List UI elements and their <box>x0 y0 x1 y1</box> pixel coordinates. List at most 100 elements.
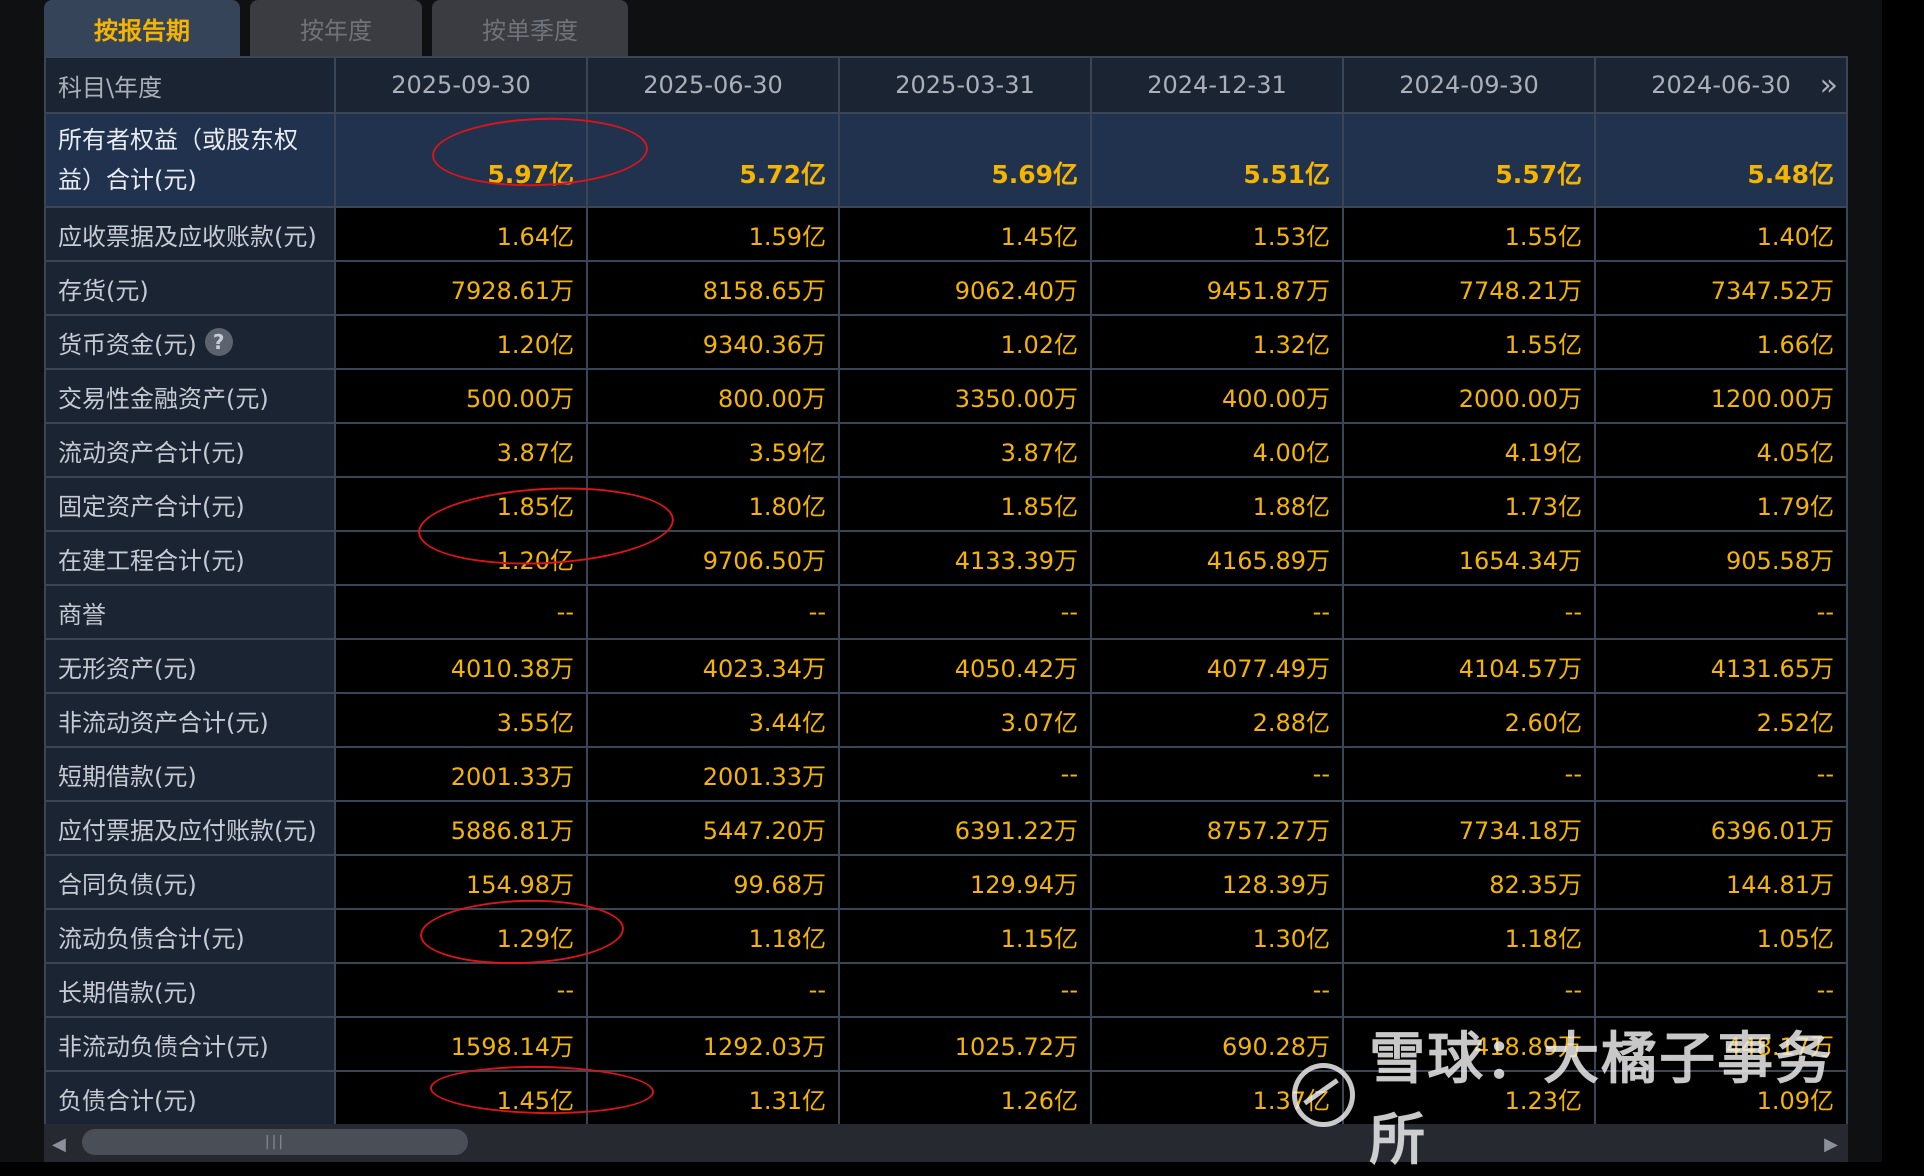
scroll-left-arrow-icon[interactable]: ◀ <box>52 1134 66 1155</box>
value-cell: 1.32亿 <box>1092 316 1344 370</box>
value-cell: 99.68万 <box>588 856 840 910</box>
value-cell: 5.97亿 <box>336 114 588 208</box>
value-cell: 4104.57万 <box>1344 640 1596 694</box>
value-cell: 1.64亿 <box>336 208 588 262</box>
value-cell: 8757.27万 <box>1092 802 1344 856</box>
value-cell: 9340.36万 <box>588 316 840 370</box>
header-date-3[interactable]: 2025-03-31 <box>840 58 1092 114</box>
row-label: 存货(元) <box>44 262 336 316</box>
value-cell: 2001.33万 <box>588 748 840 802</box>
row-label: 应收票据及应收账款(元) <box>44 208 336 262</box>
value-cell: 1.18亿 <box>1344 910 1596 964</box>
value-cell: 5447.20万 <box>588 802 840 856</box>
value-cell: 1654.34万 <box>1344 532 1596 586</box>
header-date-2[interactable]: 2025-06-30 <box>588 58 840 114</box>
row-label: 交易性金融资产(元) <box>44 370 336 424</box>
row-label: 固定资产合计(元) <box>44 478 336 532</box>
value-cell: 2001.33万 <box>336 748 588 802</box>
value-cell: 800.00万 <box>588 370 840 424</box>
value-cell: -- <box>1596 586 1848 640</box>
value-cell: 1.05亿 <box>1596 910 1848 964</box>
value-cell: 128.39万 <box>1092 856 1344 910</box>
header-date-4[interactable]: 2024-12-31 <box>1092 58 1344 114</box>
value-cell: 400.00万 <box>1092 370 1344 424</box>
value-cell: 1.45亿 <box>840 208 1092 262</box>
table-row: 固定资产合计(元) 1.85亿 1.80亿 1.85亿 1.88亿 1.73亿 1.79亿 <box>44 478 1848 532</box>
value-cell: 1025.72万 <box>840 1018 1092 1072</box>
value-cell: 1.02亿 <box>840 316 1092 370</box>
value-cell: 9062.40万 <box>840 262 1092 316</box>
value-cell: 9706.50万 <box>588 532 840 586</box>
value-cell: -- <box>336 586 588 640</box>
value-cell: 6391.22万 <box>840 802 1092 856</box>
table-row: 合同负债(元) 154.98万 99.68万 129.94万 128.39万 82.35万… <box>44 856 1848 910</box>
value-cell: 1.40亿 <box>1596 208 1848 262</box>
row-label: 在建工程合计(元) <box>44 532 336 586</box>
value-cell: 1.66亿 <box>1596 316 1848 370</box>
question-mark-icon[interactable]: ? <box>204 328 233 356</box>
table-row: 无形资产(元) 4010.38万 4023.34万 4050.42万 4077.49万 4… <box>44 640 1848 694</box>
value-cell: -- <box>1596 748 1848 802</box>
value-cell: 1.20亿 <box>336 316 588 370</box>
value-cell: 4.05亿 <box>1596 424 1848 478</box>
table-row: 货币资金(元)? 1.20亿 9340.36万 1.02亿 1.32亿 1.55亿 1.66… <box>44 316 1848 370</box>
value-cell: 1.45亿 <box>336 1072 588 1126</box>
value-cell: 1.18亿 <box>588 910 840 964</box>
table-row: 应付票据及应付账款(元) 5886.81万 5447.20万 6391.22万 8757… <box>44 802 1848 856</box>
value-cell: 8158.65万 <box>588 262 840 316</box>
header-date-5[interactable]: 2024-09-30 <box>1344 58 1596 114</box>
row-label-text: 所有者权益（或股东权益）合计(元) <box>58 126 298 194</box>
table-row: 所有者权益（或股东权益）合计(元) 5.97亿 5.72亿 5.69亿 5.51亿 5.5… <box>44 114 1848 208</box>
header-date-1[interactable]: 2025-09-30 <box>336 58 588 114</box>
value-cell: 1.31亿 <box>588 1072 840 1126</box>
table-row: 流动资产合计(元) 3.87亿 3.59亿 3.87亿 4.00亿 4.19亿 4.05亿 <box>44 424 1848 478</box>
value-cell: 2000.00万 <box>1344 370 1596 424</box>
table-row: 非流动资产合计(元) 3.55亿 3.44亿 3.07亿 2.88亿 2.60亿 2.52亿 <box>44 694 1848 748</box>
value-cell: 129.94万 <box>840 856 1092 910</box>
value-cell: 1.80亿 <box>588 478 840 532</box>
value-cell: 1.29亿 <box>336 910 588 964</box>
row-label-text: 应付票据及应付账款(元) <box>58 816 317 845</box>
snowball-logo-icon <box>1292 1063 1356 1127</box>
value-cell: -- <box>1596 964 1848 1018</box>
value-cell: 4010.38万 <box>336 640 588 694</box>
value-cell: 2.60亿 <box>1344 694 1596 748</box>
tab-by-year[interactable]: 按年度 <box>250 0 422 56</box>
value-cell: 3.87亿 <box>840 424 1092 478</box>
value-cell: -- <box>1092 964 1344 1018</box>
value-cell: -- <box>1344 964 1596 1018</box>
table-header-row: 科目\年度 2025-09-30 2025-06-30 2025-03-31 2… <box>44 58 1848 114</box>
financial-panel: 按报告期 按年度 按单季度 科目\年度 2025-09-30 2025-06-3… <box>0 0 1882 1173</box>
row-label-text: 无形资产(元) <box>58 654 197 683</box>
value-cell: 3.59亿 <box>588 424 840 478</box>
value-cell: 1.26亿 <box>840 1072 1092 1126</box>
tab-by-report-period[interactable]: 按报告期 <box>44 0 240 56</box>
row-label-text: 应收票据及应收账款(元) <box>58 222 317 251</box>
header-date-6[interactable]: 2024-06-30 » <box>1596 58 1848 114</box>
value-cell: 1.59亿 <box>588 208 840 262</box>
value-cell: -- <box>840 586 1092 640</box>
value-cell: 4023.34万 <box>588 640 840 694</box>
value-cell: 1200.00万 <box>1596 370 1848 424</box>
tab-by-quarter[interactable]: 按单季度 <box>432 0 628 56</box>
row-label: 合同负债(元) <box>44 856 336 910</box>
value-cell: 2.88亿 <box>1092 694 1344 748</box>
table-row: 短期借款(元) 2001.33万 2001.33万 -- -- -- -- <box>44 748 1848 802</box>
value-cell: 4133.39万 <box>840 532 1092 586</box>
value-cell: -- <box>336 964 588 1018</box>
row-label-text: 流动资产合计(元) <box>58 438 245 467</box>
row-label: 无形资产(元) <box>44 640 336 694</box>
value-cell: 144.81万 <box>1596 856 1848 910</box>
double-chevron-right-icon[interactable]: » <box>1820 58 1838 112</box>
value-cell: -- <box>1344 586 1596 640</box>
scroll-thumb[interactable]: ||| <box>82 1129 468 1155</box>
row-label: 长期借款(元) <box>44 964 336 1018</box>
value-cell: 905.58万 <box>1596 532 1848 586</box>
value-cell: 1.15亿 <box>840 910 1092 964</box>
value-cell: 1.85亿 <box>336 478 588 532</box>
row-label: 流动资产合计(元) <box>44 424 336 478</box>
value-cell: 1.55亿 <box>1344 208 1596 262</box>
value-cell: 4.00亿 <box>1092 424 1344 478</box>
balance-sheet-table: 科目\年度 2025-09-30 2025-06-30 2025-03-31 2… <box>44 56 1848 1126</box>
value-cell: 5.72亿 <box>588 114 840 208</box>
